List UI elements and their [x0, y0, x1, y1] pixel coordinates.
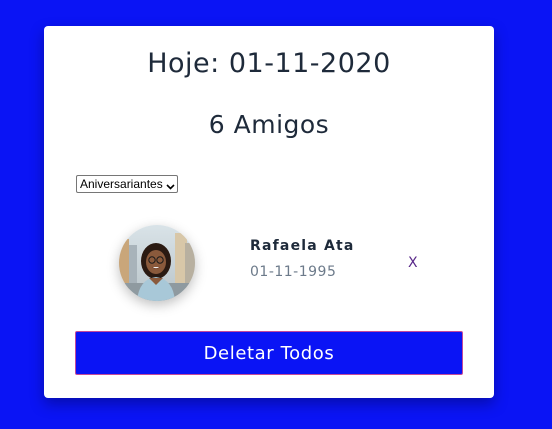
friend-count: 6 Amigos	[208, 110, 330, 139]
friend-birthdate: 01-11-1995	[250, 264, 337, 280]
chevron-down-icon	[166, 180, 175, 190]
today-date: Hoje: 01-11-2020	[147, 48, 391, 79]
friend-name: Rafaela Ata	[250, 238, 355, 254]
filter-select[interactable]: Aniversariantes	[76, 175, 178, 193]
delete-all-button[interactable]: Deletar Todos	[75, 331, 463, 375]
filter-select-value: Aniversariantes	[80, 177, 163, 191]
avatar	[119, 225, 195, 301]
friends-card: Hoje: 01-11-2020 6 Amigos Aniversariante…	[44, 26, 494, 398]
remove-friend-button[interactable]: X	[408, 255, 418, 271]
